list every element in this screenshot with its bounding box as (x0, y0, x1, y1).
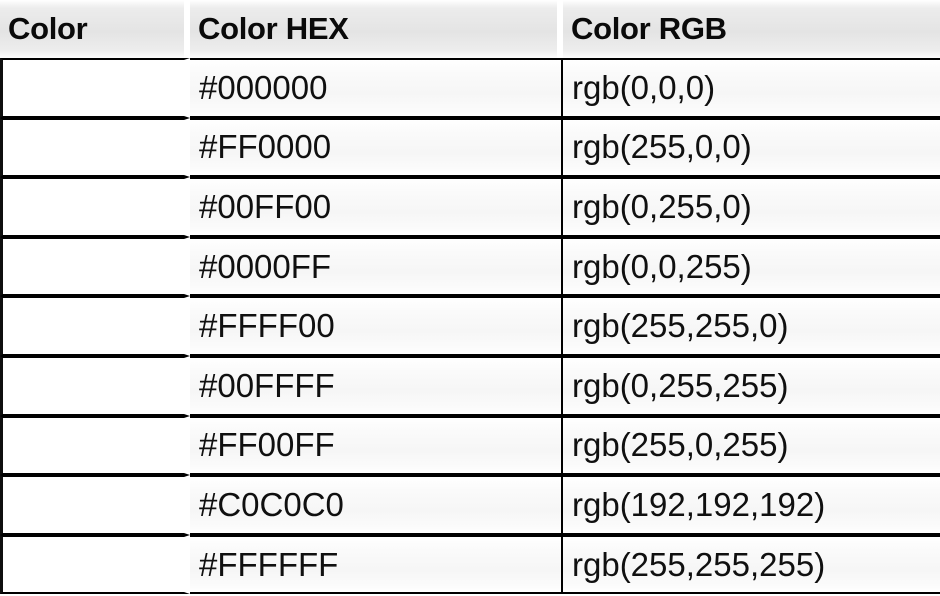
color-swatch-cell (0, 415, 190, 476)
color-rgb-cell: rgb(0,0,255) (563, 236, 940, 297)
color-reference-table-container: Color Color HEX Color RGB #000000 rgb(0,0… (0, 0, 940, 595)
table-row: #00FFFF rgb(0,255,255) (0, 355, 940, 416)
color-swatch-cell (0, 296, 190, 356)
header-row: Color Color HEX Color RGB (0, 0, 940, 58)
color-rgb-cell: rgb(0,255,255) (563, 355, 940, 416)
color-rgb-cell: rgb(0,255,0) (563, 177, 940, 237)
color-rgb-cell: rgb(255,255,255) (563, 534, 940, 595)
column-header-color: Color (0, 0, 190, 58)
column-header-color-rgb: Color RGB (563, 0, 940, 58)
color-hex-cell: #000000 (190, 58, 563, 118)
table-header: Color Color HEX Color RGB (0, 0, 940, 58)
color-rgb-cell: rgb(255,0,255) (563, 415, 940, 476)
color-hex-cell: #00FF00 (190, 177, 563, 237)
color-swatch-cell (0, 177, 190, 237)
color-rgb-cell: rgb(255,0,0) (563, 117, 940, 178)
color-rgb-cell: rgb(255,255,0) (563, 296, 940, 356)
color-rgb-cell: rgb(0,0,0) (563, 58, 940, 118)
column-header-color-hex: Color HEX (190, 0, 563, 58)
table-row: #00FF00 rgb(0,255,0) (0, 177, 940, 237)
color-hex-cell: #00FFFF (190, 355, 563, 416)
color-reference-table: Color Color HEX Color RGB #000000 rgb(0,0… (0, 0, 940, 595)
color-swatch-cell (0, 355, 190, 416)
color-swatch-cell (0, 475, 190, 535)
color-swatch-cell (0, 58, 190, 118)
color-swatch-cell (0, 117, 190, 178)
table-row: #FFFF00 rgb(255,255,0) (0, 296, 940, 356)
color-hex-cell: #FFFFFF (190, 534, 563, 595)
color-swatch-cell (0, 236, 190, 297)
table-row: #0000FF rgb(0,0,255) (0, 236, 940, 297)
table-row: #C0C0C0 rgb(192,192,192) (0, 475, 940, 535)
color-hex-cell: #FFFF00 (190, 296, 563, 356)
color-swatch-cell (0, 534, 190, 595)
color-hex-cell: #C0C0C0 (190, 475, 563, 535)
color-hex-cell: #FF00FF (190, 415, 563, 476)
color-hex-cell: #FF0000 (190, 117, 563, 178)
table-body: #000000 rgb(0,0,0) #FF0000 rgb(255,0,0) #00F… (0, 58, 940, 595)
table-row: #000000 rgb(0,0,0) (0, 58, 940, 118)
table-row: #FFFFFF rgb(255,255,255) (0, 534, 940, 595)
table-row: #FF0000 rgb(255,0,0) (0, 117, 940, 178)
color-rgb-cell: rgb(192,192,192) (563, 475, 940, 535)
color-hex-cell: #0000FF (190, 236, 563, 297)
table-row: #FF00FF rgb(255,0,255) (0, 415, 940, 476)
